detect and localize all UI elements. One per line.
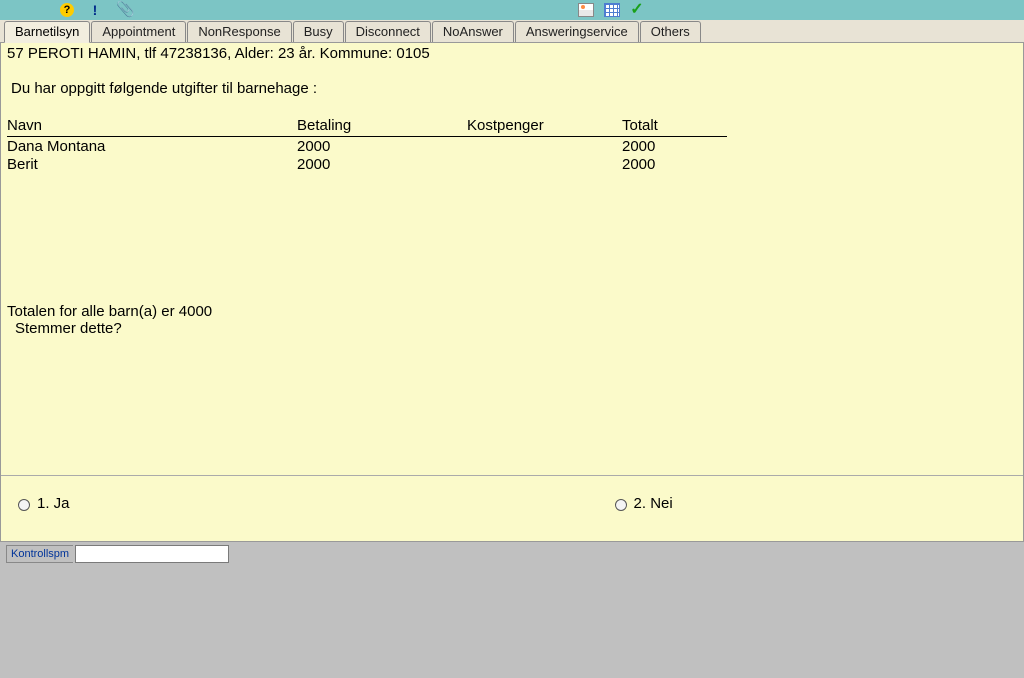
question-intro: Du har oppgitt følgende utgifter til bar…	[11, 80, 1017, 97]
answer-label-nei: 2. Nei	[634, 495, 673, 512]
tab-others[interactable]: Others	[640, 21, 701, 42]
cell-navn: Dana Montana	[7, 138, 297, 155]
input-field-wrap: Kontrollspm	[6, 545, 1018, 563]
answer-option-nei[interactable]: 2. Nei	[610, 482, 673, 525]
radio-ja[interactable]	[18, 499, 30, 511]
cell-kost	[467, 156, 622, 173]
calendar-icon[interactable]	[604, 3, 620, 17]
top-toolbar: ? ! 📎 ✓	[0, 0, 1024, 20]
radio-nei[interactable]	[615, 499, 627, 511]
content-area: 57 PEROTI HAMIN, tlf 47238136, Alder: 23…	[0, 43, 1024, 542]
tab-nonresponse[interactable]: NonResponse	[187, 21, 291, 42]
paperclip-icon[interactable]: 📎	[116, 3, 130, 17]
col-navn: Navn	[7, 117, 297, 134]
respondent-header: 57 PEROTI HAMIN, tlf 47238136, Alder: 23…	[7, 45, 1017, 62]
table-row: Berit 2000 2000	[7, 156, 727, 173]
question-pane: 57 PEROTI HAMIN, tlf 47238136, Alder: 23…	[1, 43, 1023, 475]
cell-totalt: 2000	[622, 138, 722, 155]
tab-noanswer[interactable]: NoAnswer	[432, 21, 514, 42]
tab-strip: Barnetilsyn Appointment NonResponse Busy…	[0, 20, 1024, 43]
cell-betaling: 2000	[297, 156, 467, 173]
answer-pane: 1. Ja 2. Nei	[1, 475, 1023, 531]
tab-answeringservice[interactable]: Answeringservice	[515, 21, 639, 42]
help-icon[interactable]: ?	[60, 3, 74, 17]
col-kostpenger: Kostpenger	[467, 117, 622, 134]
tab-busy[interactable]: Busy	[293, 21, 344, 42]
cell-navn: Berit	[7, 156, 297, 173]
check-icon[interactable]: ✓	[630, 3, 644, 17]
cell-totalt: 2000	[622, 156, 722, 173]
bottom-panel: Kontrollspm	[0, 542, 1024, 678]
cell-kost	[467, 138, 622, 155]
table-header: Navn Betaling Kostpenger Totalt	[7, 117, 727, 137]
kontrollspm-input[interactable]	[75, 545, 229, 563]
col-totalt: Totalt	[622, 117, 722, 134]
tab-disconnect[interactable]: Disconnect	[345, 21, 431, 42]
tab-appointment[interactable]: Appointment	[91, 21, 186, 42]
exclaim-icon[interactable]: !	[88, 3, 102, 17]
card-icon[interactable]	[578, 3, 594, 17]
confirm-question: Stemmer dette?	[15, 320, 1017, 337]
field-label-kontrollspm: Kontrollspm	[6, 545, 73, 563]
answer-label-ja: 1. Ja	[37, 495, 70, 512]
cell-betaling: 2000	[297, 138, 467, 155]
table-row: Dana Montana 2000 2000	[7, 138, 727, 155]
expense-table: Navn Betaling Kostpenger Totalt Dana Mon…	[7, 117, 1017, 173]
col-betaling: Betaling	[297, 117, 467, 134]
total-line: Totalen for alle barn(a) er 4000	[7, 303, 1017, 320]
answer-option-ja[interactable]: 1. Ja	[13, 482, 70, 525]
tab-barnetilsyn[interactable]: Barnetilsyn	[4, 21, 90, 43]
